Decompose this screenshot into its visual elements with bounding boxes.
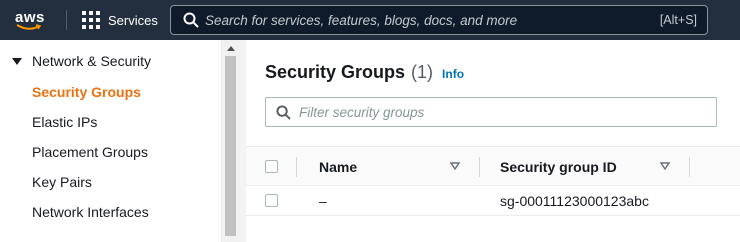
item-count: (1): [411, 62, 434, 82]
sidebar-scrollbar[interactable]: [222, 40, 240, 242]
sidebar-item-placement-groups[interactable]: Placement Groups: [32, 144, 148, 160]
search-icon: [276, 104, 291, 120]
top-navigation-bar: aws Services [Alt+S]: [0, 0, 740, 40]
filter-box[interactable]: [265, 97, 717, 127]
cell-security-group-id[interactable]: sg-00011123000123abc: [500, 193, 649, 209]
sidebar-item-key-pairs[interactable]: Key Pairs: [32, 174, 92, 190]
aws-logo[interactable]: aws: [15, 9, 51, 33]
services-label: Services: [108, 12, 158, 28]
services-menu-button[interactable]: Services: [82, 9, 158, 31]
sidebar-item-network-interfaces[interactable]: Network Interfaces: [32, 204, 149, 220]
scroll-up-arrow-icon[interactable]: [227, 46, 235, 51]
column-header-security-group-id[interactable]: Security group ID: [500, 159, 617, 175]
caret-down-icon: [12, 57, 22, 65]
sort-icon[interactable]: [660, 162, 670, 170]
sidebar-section-network-security[interactable]: Network & Security: [12, 53, 151, 69]
grid-icon: [82, 11, 100, 29]
search-icon: [183, 12, 199, 28]
scroll-thumb[interactable]: [225, 56, 236, 236]
global-search[interactable]: [Alt+S]: [170, 5, 708, 35]
filter-input[interactable]: [299, 104, 716, 120]
search-shortcut-hint: [Alt+S]: [659, 13, 697, 27]
sidebar: Network & Security Security Groups Elast…: [0, 40, 222, 242]
column-divider[interactable]: [479, 157, 480, 177]
page-title: Security Groups: [265, 62, 406, 82]
nav-divider: [66, 10, 67, 30]
table-header: Name Security group ID: [246, 146, 740, 186]
search-input[interactable]: [205, 7, 660, 33]
column-header-name[interactable]: Name: [319, 159, 357, 175]
info-link[interactable]: Info: [442, 67, 464, 81]
cell-name: –: [319, 193, 327, 209]
row-checkbox[interactable]: [265, 194, 278, 207]
sidebar-section-label: Network & Security: [32, 53, 152, 69]
sidebar-item-elastic-ips[interactable]: Elastic IPs: [32, 114, 97, 130]
column-divider: [296, 157, 297, 177]
sidebar-item-security-groups[interactable]: Security Groups: [32, 84, 141, 100]
security-groups-panel: Security Groups (1) Info Name Security g…: [246, 40, 740, 242]
panel-header: Security Groups (1) Info: [265, 62, 464, 83]
table-row[interactable]: – sg-00011123000123abc: [246, 186, 740, 216]
logo-smile-icon: [16, 24, 42, 30]
sort-icon[interactable]: [450, 162, 460, 170]
column-divider[interactable]: [689, 157, 690, 177]
select-all-checkbox[interactable]: [265, 160, 278, 173]
